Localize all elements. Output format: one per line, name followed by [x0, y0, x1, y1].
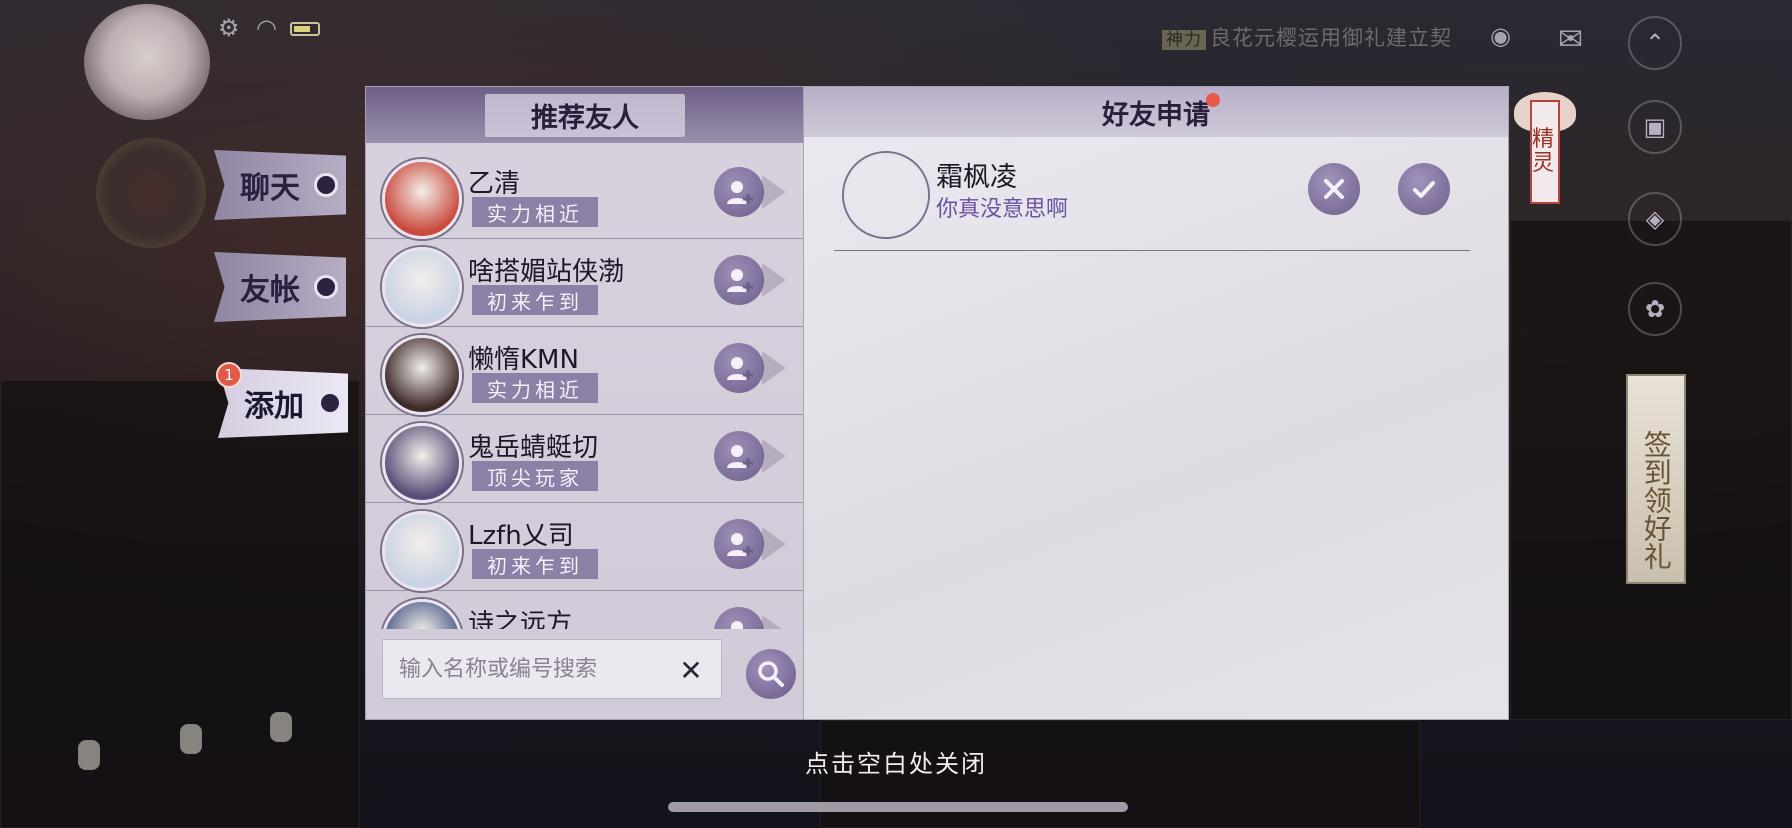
photo-icon: ◈ — [1645, 205, 1665, 233]
list-item: Lzfh乂司 初来乍到 — [366, 503, 804, 591]
friend-name: Lzfh乂司 — [468, 521, 574, 551]
list-item: 啥搭媚站侠渤 初来乍到 — [366, 239, 804, 327]
marquee-notice: 神力 良花元樱运用御礼建立契 — [1162, 22, 1452, 52]
search-button[interactable] — [746, 649, 796, 699]
friend-name: 乙清 — [468, 169, 521, 199]
tab-dot-icon — [318, 391, 342, 415]
marquee-text: 良花元樱运用御礼建立契 — [1210, 26, 1452, 50]
friend-name: 啥搭媚站侠渤 — [468, 257, 625, 287]
accept-button[interactable] — [1398, 163, 1450, 215]
add-friend-button[interactable] — [714, 519, 764, 569]
side-event-avatar[interactable] — [96, 138, 206, 248]
tab-label: 聊天 — [240, 171, 300, 206]
add-friend-button[interactable] — [714, 431, 764, 481]
friend-name: 鬼岳蜻蜓切 — [468, 433, 599, 463]
photo-button[interactable]: ◈ — [1628, 192, 1682, 246]
close-hint[interactable]: 点击空白处关闭 — [0, 744, 1792, 779]
chevron-up-icon: ⌃ — [1644, 29, 1666, 57]
friend-tag: 顶尖玩家 — [472, 461, 598, 491]
friend-request-panel: 好友申请 霜枫凌 你真没意思啊 — [803, 86, 1509, 720]
notification-icon[interactable]: ◉ — [1490, 22, 1511, 50]
list-item: 鬼岳蜻蜓切 顶尖玩家 — [366, 415, 804, 503]
request-row: 霜枫凌 你真没意思啊 — [834, 147, 1470, 251]
mail-icon[interactable]: ✉ — [1558, 22, 1583, 57]
video-record-button[interactable]: ▣ — [1628, 100, 1682, 154]
recommend-header: 推荐友人 — [366, 87, 804, 143]
request-avatar[interactable] — [844, 153, 928, 237]
wifi-icon: ◠ — [256, 14, 277, 42]
add-friend-button[interactable] — [714, 255, 764, 305]
notification-dot — [1206, 93, 1220, 107]
add-user-icon — [727, 357, 753, 380]
friend-tag: 初来乍到 — [472, 285, 598, 315]
camera-icon: ▣ — [1643, 113, 1667, 141]
request-header: 好友申请 — [804, 87, 1508, 137]
search-field[interactable]: ✕ — [382, 639, 722, 699]
home-indicator[interactable] — [668, 802, 1128, 812]
tab-label: 添加 — [244, 389, 304, 424]
friend-tag: 实力相近 — [472, 373, 598, 403]
close-icon — [1324, 179, 1344, 199]
add-friend-button[interactable] — [714, 167, 764, 217]
collapse-up-button[interactable]: ⌃ — [1628, 16, 1682, 70]
list-item: 乙清 实力相近 — [366, 151, 804, 239]
reject-button[interactable] — [1308, 163, 1360, 215]
add-friend-button[interactable] — [714, 343, 764, 393]
request-title: 好友申请 — [1102, 99, 1210, 131]
add-friend-button[interactable] — [714, 607, 764, 629]
friend-name: 懒惰KMN — [468, 345, 579, 375]
player-avatar[interactable] — [84, 4, 210, 120]
friend-avatar[interactable] — [382, 159, 462, 239]
flower-menu-button[interactable]: ✿ — [1628, 282, 1682, 336]
add-user-icon — [727, 533, 753, 556]
add-user-icon — [731, 621, 743, 629]
friend-tag: 初来乍到 — [472, 549, 598, 579]
friend-avatar[interactable] — [382, 423, 462, 503]
sprite-text: 精灵 — [1532, 126, 1555, 176]
tab-friend-book[interactable]: 友帐 — [214, 252, 346, 322]
checkin-banner[interactable]: 签到领好礼 — [1626, 374, 1686, 584]
friend-avatar[interactable] — [382, 599, 462, 629]
search-icon — [758, 661, 784, 687]
request-name: 霜枫凌 — [936, 162, 1017, 193]
recommend-title: 推荐友人 — [485, 93, 685, 137]
list-item: 诗之远方 — [366, 591, 804, 629]
tab-chat[interactable]: 聊天 — [214, 150, 346, 220]
friend-avatar[interactable] — [382, 511, 462, 591]
banner-text: 签到领好礼 — [1639, 430, 1673, 570]
tab-label: 友帐 — [240, 273, 300, 308]
recommend-panel: 推荐友人 乙清 实力相近 啥搭媚站侠渤 初来乍到 懒惰KMN 实力相近 鬼岳蜻蜓切 顶尖玩家 L… — [365, 86, 805, 720]
tab-dot-icon — [314, 173, 338, 197]
add-user-icon — [727, 181, 753, 204]
gear-icon[interactable]: ⚙ — [218, 14, 240, 42]
friend-avatar[interactable] — [382, 335, 462, 415]
clear-search-button[interactable]: ✕ — [671, 650, 711, 690]
search-input[interactable] — [399, 656, 649, 682]
flower-icon: ✿ — [1644, 295, 1666, 323]
request-message: 你真没意思啊 — [936, 197, 1069, 222]
marquee-tag: 神力 — [1162, 30, 1206, 50]
add-user-icon — [727, 269, 753, 292]
battery-icon — [290, 22, 320, 36]
recommend-list[interactable]: 乙清 实力相近 啥搭媚站侠渤 初来乍到 懒惰KMN 实力相近 鬼岳蜻蜓切 顶尖玩家 Lzfh乂司… — [366, 151, 804, 629]
tab-add-badge: 1 — [216, 362, 242, 388]
friend-avatar[interactable] — [382, 247, 462, 327]
add-user-icon — [727, 445, 753, 468]
friend-name: 诗之远方 — [468, 609, 573, 629]
list-item: 懒惰KMN 实力相近 — [366, 327, 804, 415]
friend-tag: 实力相近 — [472, 197, 598, 227]
sprite-label[interactable]: 精灵 — [1530, 100, 1560, 204]
tab-dot-icon — [314, 275, 338, 299]
checkmark-icon — [1413, 181, 1435, 198]
